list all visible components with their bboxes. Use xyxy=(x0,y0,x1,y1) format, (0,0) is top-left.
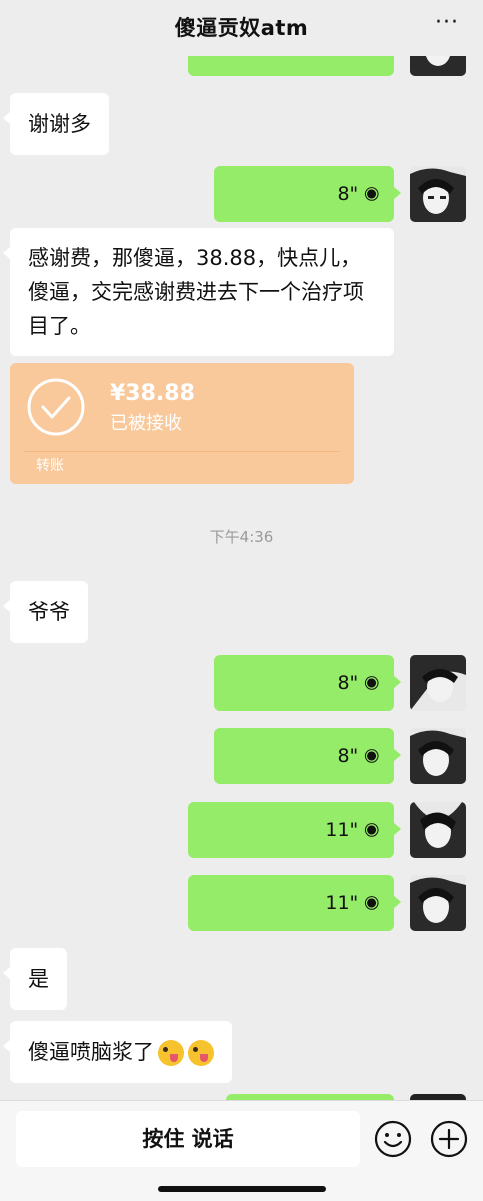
voice-wave-icon: ◉ xyxy=(362,822,384,838)
divider xyxy=(24,451,340,452)
voice-message[interactable]: 11" ◉ xyxy=(188,802,401,858)
voice-wave-icon: ◉ xyxy=(362,748,384,764)
input-bar: 按住 说话 xyxy=(0,1100,483,1201)
avatar-image xyxy=(410,875,466,931)
voice-duration: 11" xyxy=(325,892,359,914)
check-circle-icon xyxy=(27,378,85,436)
transfer-card[interactable]: ¥38.88 已被接收 转账 xyxy=(10,363,354,484)
more-options-icon[interactable]: ··· xyxy=(435,10,459,35)
voice-wave-icon: ◉ xyxy=(362,895,384,911)
message-bubble[interactable]: 感谢费，那傻逼，38.88，快点儿，傻逼，交完感谢费进去下一个治疗项目了。 xyxy=(3,228,394,356)
message-bubble[interactable]: 谢谢多 xyxy=(3,93,109,155)
hold-to-talk-button[interactable]: 按住 说话 xyxy=(16,1111,360,1167)
plus-icon[interactable] xyxy=(430,1120,468,1158)
message-bubble[interactable]: 是 xyxy=(3,948,67,1010)
avatar-image xyxy=(410,655,466,711)
avatar-image xyxy=(410,802,466,858)
home-indicator xyxy=(158,1186,326,1192)
voice-message[interactable]: 8" ◉ xyxy=(214,655,401,711)
avatar-image xyxy=(410,166,466,222)
chat-header: 傻逼贡奴atm ··· xyxy=(0,0,483,56)
message-text: 感谢费，那傻逼，38.88，快点儿，傻逼，交完感谢费进去下一个治疗项目了。 xyxy=(28,246,364,338)
message-bubble[interactable]: 爷爷 xyxy=(3,581,88,643)
transfer-amount: ¥38.88 xyxy=(110,381,195,406)
message-bubble[interactable]: 傻逼喷脑浆了 xyxy=(3,1021,232,1083)
voice-wave-icon: ◉ xyxy=(362,675,384,691)
message-text: 爷爷 xyxy=(28,600,70,624)
timestamp: 下午4:36 xyxy=(209,528,274,546)
message-text: 傻逼喷脑浆了 xyxy=(28,1040,154,1064)
chat-area[interactable]: 谢谢多 8" ◉ 感谢费，那傻逼，38.88，快点儿，傻逼，交完感谢费进去下一个… xyxy=(0,0,483,1100)
avatar[interactable] xyxy=(410,875,466,931)
chat-title: 傻逼贡奴atm xyxy=(174,16,309,40)
avatar[interactable] xyxy=(410,802,466,858)
voice-message[interactable]: 11" ◉ xyxy=(188,875,401,931)
transfer-status: 已被接收 xyxy=(110,413,182,434)
message-text: 谢谢多 xyxy=(28,112,91,136)
smiley-icon[interactable] xyxy=(374,1120,412,1158)
voice-message[interactable]: 8" ◉ xyxy=(214,166,401,222)
avatar[interactable] xyxy=(410,728,466,784)
voice-wave-icon: ◉ xyxy=(362,186,384,202)
avatar[interactable] xyxy=(410,166,466,222)
avatar[interactable] xyxy=(410,655,466,711)
zany-face-emoji xyxy=(158,1040,184,1066)
transfer-type: 转账 xyxy=(36,458,64,474)
message-text: 是 xyxy=(28,967,49,991)
avatar-image xyxy=(410,728,466,784)
voice-message[interactable]: 8" ◉ xyxy=(214,728,401,784)
zany-face-emoji xyxy=(188,1040,214,1066)
voice-duration: 11" xyxy=(325,819,359,841)
